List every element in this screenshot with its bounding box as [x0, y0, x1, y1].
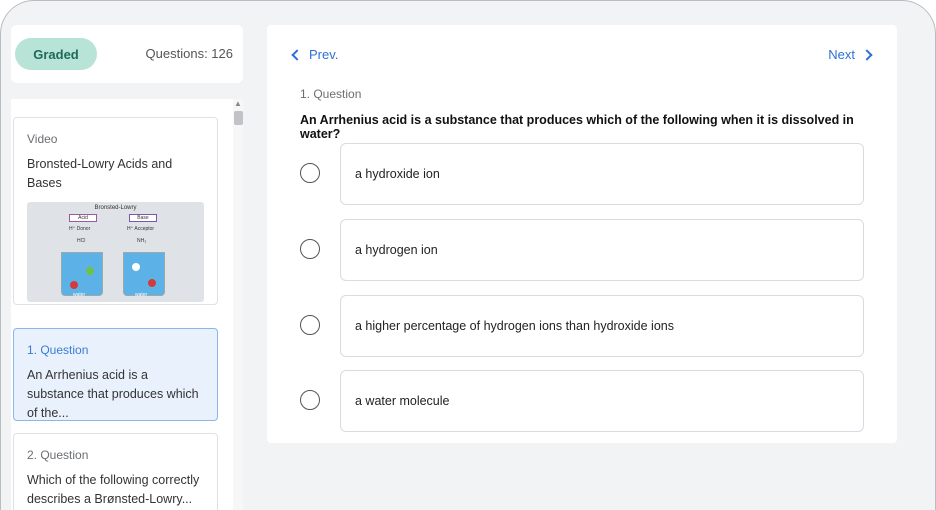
question-number: 1. Question — [300, 87, 362, 101]
answer-option-label[interactable]: a water molecule — [340, 370, 864, 432]
answer-option-label[interactable]: a hydrogen ion — [340, 219, 864, 281]
radio-button[interactable] — [300, 163, 320, 183]
scroll-up-icon[interactable]: ▲ — [234, 99, 242, 108]
base-beaker — [123, 252, 165, 296]
sidebar-scrollbar[interactable]: ▲ — [233, 99, 243, 510]
answer-option-label[interactable]: a hydroxide ion — [340, 143, 864, 205]
question-text: An Arrhenius acid is a substance that pr… — [300, 113, 854, 141]
app-frame: Graded Questions: 126 Video Bronsted-Low… — [0, 0, 936, 510]
item-title: An Arrhenius acid is a substance that pr… — [27, 368, 199, 420]
next-label: Next — [828, 47, 855, 62]
radio-button[interactable] — [300, 315, 320, 335]
answer-option-label[interactable]: a higher percentage of hydrogen ions tha… — [340, 295, 864, 357]
scroll-thumb[interactable] — [234, 111, 243, 125]
base-label: Base — [129, 214, 157, 222]
answer-option[interactable]: a water molecule — [300, 370, 864, 432]
molecule-dot — [148, 279, 156, 287]
prev-label: Prev. — [309, 47, 339, 62]
answer-option[interactable]: a higher percentage of hydrogen ions tha… — [300, 295, 864, 357]
molecule-dot — [132, 263, 140, 271]
base-sub: H⁺ Acceptor — [127, 226, 155, 232]
item-kind: 2. Question — [27, 448, 89, 462]
base-formula: NH₃ — [137, 238, 147, 244]
answer-option[interactable]: a hydrogen ion — [300, 219, 864, 281]
graded-badge: Graded — [15, 38, 97, 70]
chevron-right-icon — [861, 48, 873, 61]
next-button[interactable]: Next — [828, 47, 875, 62]
item-kind: 1. Question — [27, 343, 89, 357]
molecule-dot — [86, 267, 94, 275]
prev-button[interactable]: Prev. — [289, 47, 338, 62]
acid-label: Acid — [69, 214, 97, 222]
water-label-left: water — [73, 292, 86, 298]
water-label-right: water — [135, 292, 148, 298]
acid-sub: H⁺ Donor — [69, 226, 91, 232]
answer-option[interactable]: a hydroxide ion — [300, 143, 864, 205]
sidebar-item-video[interactable]: Video Bronsted-Lowry Acids and Bases Bro… — [13, 117, 218, 305]
sidebar-item-question-1[interactable]: 1. Question An Arrhenius acid is a subst… — [13, 328, 218, 421]
sidebar-header: Graded Questions: 126 — [11, 25, 243, 83]
questions-count: Questions: 126 — [145, 46, 233, 61]
sidebar-list: Video Bronsted-Lowry Acids and Bases Bro… — [11, 99, 233, 510]
item-title: Bronsted-Lowry Acids and Bases — [27, 157, 173, 190]
item-kind: Video — [27, 132, 58, 146]
question-panel: Prev. Next 1. Question An Arrhenius acid… — [267, 25, 897, 443]
chevron-left-icon — [291, 48, 303, 61]
acid-beaker — [61, 252, 103, 296]
thumbnail-caption: Bronsted-Lowry — [94, 205, 137, 211]
item-title: Which of the following correctly describ… — [27, 473, 200, 506]
molecule-dot — [70, 281, 78, 289]
radio-button[interactable] — [300, 390, 320, 410]
acid-formula: HCl — [77, 238, 86, 244]
sidebar-item-question-2[interactable]: 2. Question Which of the following corre… — [13, 433, 218, 510]
radio-button[interactable] — [300, 239, 320, 259]
video-thumbnail[interactable]: Bronsted-Lowry Acid H⁺ Donor HCl Base H⁺… — [27, 202, 204, 302]
